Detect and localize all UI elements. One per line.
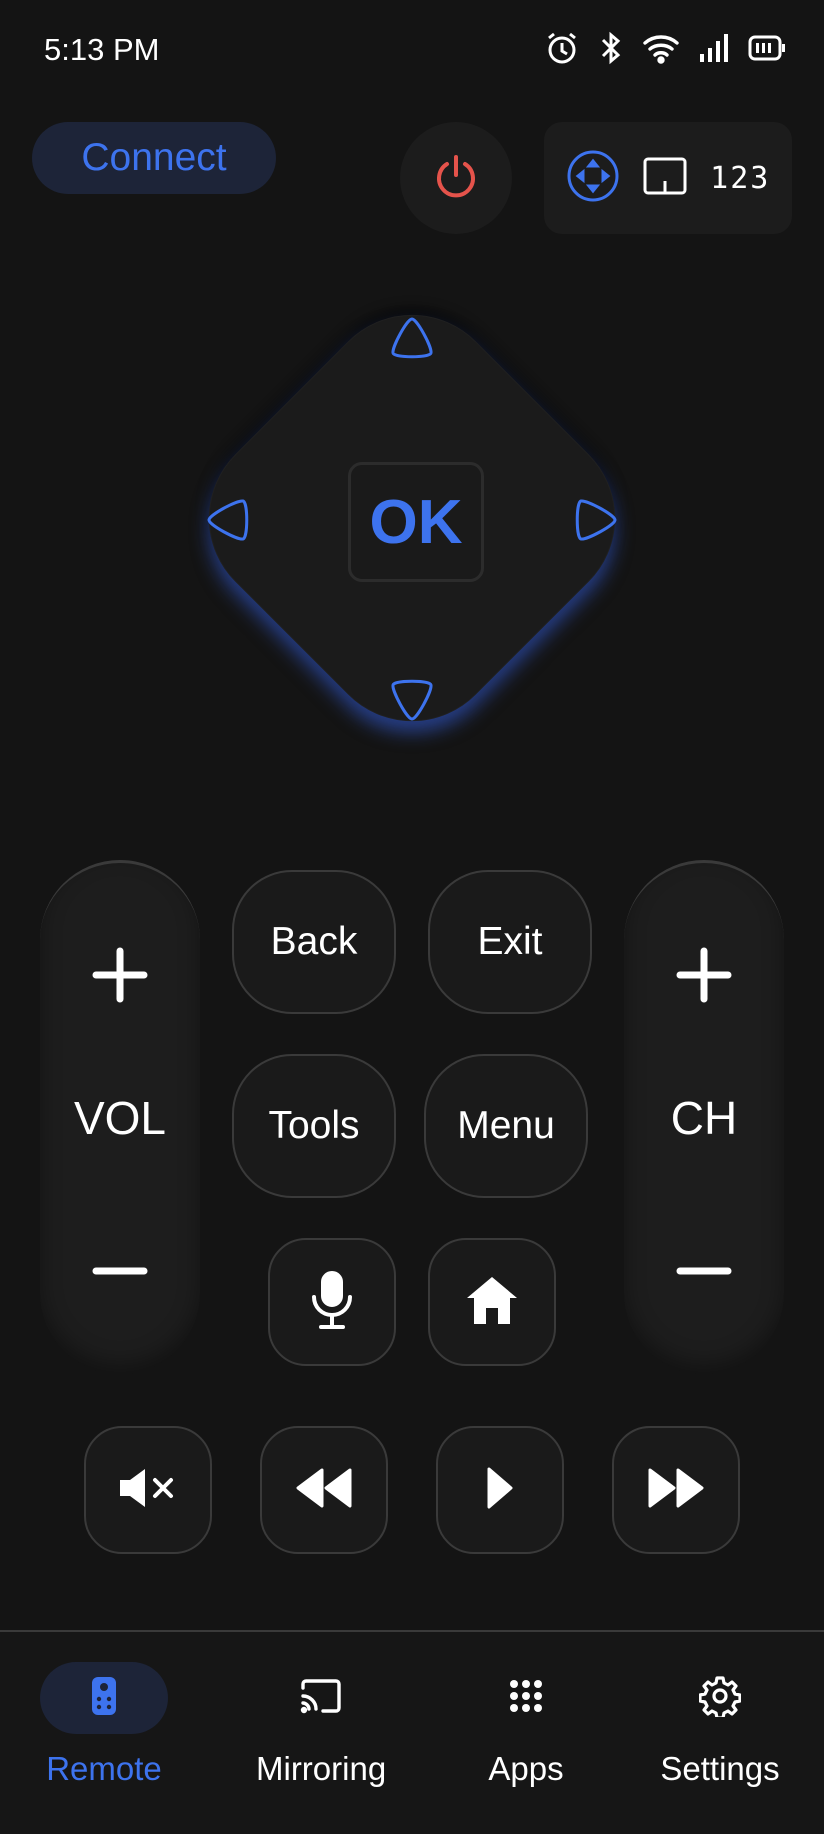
apps-grid-icon xyxy=(508,1678,544,1719)
cast-icon xyxy=(299,1678,343,1719)
channel-rocker: CH xyxy=(624,860,784,1374)
triangle-up-icon xyxy=(387,315,437,366)
channel-label: CH xyxy=(670,1092,738,1144)
nav-label-mirroring: Mirroring xyxy=(256,1750,387,1787)
rewind-button[interactable] xyxy=(260,1426,388,1554)
triangle-left-icon xyxy=(205,495,251,550)
home-button[interactable] xyxy=(428,1238,556,1366)
play-icon xyxy=(485,1465,515,1516)
plus-icon xyxy=(675,946,733,1009)
dpad-right-button[interactable] xyxy=(556,482,636,562)
mute-icon xyxy=(117,1466,179,1515)
dpad-mode-icon[interactable] xyxy=(566,149,620,208)
status-icons xyxy=(544,30,786,66)
dpad-left-button[interactable] xyxy=(188,482,268,562)
nav-item-settings[interactable]: Settings xyxy=(656,1662,784,1788)
alarm-icon xyxy=(544,30,580,66)
volume-down-button[interactable] xyxy=(40,1233,200,1313)
nav-label-settings: Settings xyxy=(660,1750,780,1787)
tools-button[interactable]: Tools xyxy=(232,1054,396,1198)
triangle-down-icon xyxy=(387,677,437,728)
nav-item-remote[interactable]: Remote xyxy=(40,1662,168,1788)
plus-icon xyxy=(91,946,149,1009)
gear-icon xyxy=(698,1675,742,1722)
control-mode-panel: 123 xyxy=(544,122,792,234)
dpad-up-button[interactable] xyxy=(372,300,452,380)
nav-label-apps: Apps xyxy=(488,1750,564,1787)
nav-icon-container xyxy=(40,1662,168,1734)
nav-icon-container xyxy=(656,1662,784,1734)
minus-icon xyxy=(91,1264,149,1283)
status-time: 5:13 PM xyxy=(44,32,160,67)
back-button[interactable]: Back xyxy=(232,870,396,1014)
fast-forward-button[interactable] xyxy=(612,1426,740,1554)
nav-label-remote: Remote xyxy=(46,1750,162,1787)
home-icon xyxy=(464,1274,520,1331)
voice-button[interactable] xyxy=(268,1238,396,1366)
nav-icon-container xyxy=(257,1662,385,1734)
bluetooth-icon xyxy=(598,30,624,66)
channel-up-button[interactable] xyxy=(624,937,784,1017)
connect-button[interactable]: Connect xyxy=(32,122,276,194)
power-button[interactable] xyxy=(400,122,512,234)
nav-icon-container xyxy=(462,1662,590,1734)
nav-item-mirroring[interactable]: Mirroring xyxy=(256,1662,386,1788)
wifi-icon xyxy=(642,32,680,64)
fast-forward-icon xyxy=(646,1466,706,1515)
volume-up-button[interactable] xyxy=(40,937,200,1017)
rewind-icon xyxy=(294,1466,354,1515)
touchpad-mode-icon[interactable] xyxy=(643,157,687,200)
power-icon xyxy=(433,153,479,204)
dpad-down-button[interactable] xyxy=(372,662,452,742)
exit-button[interactable]: Exit xyxy=(428,870,592,1014)
battery-icon xyxy=(748,34,786,62)
triangle-right-icon xyxy=(573,495,619,550)
volume-rocker: VOL xyxy=(40,860,200,1374)
volume-label: VOL xyxy=(73,1092,167,1144)
mute-button[interactable] xyxy=(84,1426,212,1554)
play-button[interactable] xyxy=(436,1426,564,1554)
remote-icon xyxy=(90,1675,118,1722)
nav-item-apps[interactable]: Apps xyxy=(462,1662,590,1788)
menu-button[interactable]: Menu xyxy=(424,1054,588,1198)
microphone-icon xyxy=(309,1270,355,1335)
numpad-mode-button[interactable]: 123 xyxy=(710,161,770,196)
dpad: OK xyxy=(171,277,653,759)
bottom-nav: Remote Mirroring Apps Settings xyxy=(0,1632,824,1834)
ok-button[interactable]: OK xyxy=(348,462,484,582)
channel-down-button[interactable] xyxy=(624,1233,784,1313)
signal-icon xyxy=(698,32,730,64)
minus-icon xyxy=(675,1264,733,1283)
